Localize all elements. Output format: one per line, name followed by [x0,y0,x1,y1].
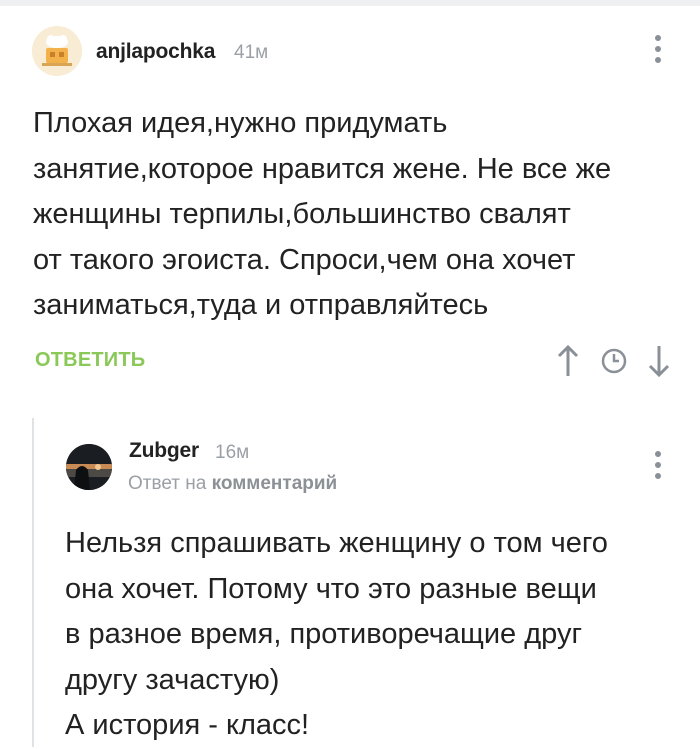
avatar[interactable] [66,444,112,490]
avatar-image [66,444,112,490]
comment-text-line: женщины терпилы,большинство свалят [33,198,571,230]
reply-text-line: в разное время, противоречащие друг [65,618,583,650]
avatar-image [32,26,82,76]
reply-to-label: Ответ на комментарий [128,473,337,495]
comment-text-line: Плохая идея,нужно придумать [33,107,448,139]
reply-text: Нельзя спрашивать женщину о том чего она… [65,521,608,749]
clock-icon[interactable] [600,347,628,375]
reply-button[interactable]: ОТВЕТИТЬ [35,349,145,372]
reply-text-line: А история - класс! [65,709,310,741]
more-vertical-icon[interactable] [651,35,665,69]
reply-text-line: она хочет. Потому что это разные вещи [65,572,597,605]
more-vertical-icon[interactable] [651,451,665,485]
reply-to-link[interactable]: комментарий [212,473,338,494]
reply-time: 16м [215,442,250,463]
comment-username[interactable]: anjlapochka [96,40,215,64]
reply-to-prefix: Ответ на [128,473,207,494]
comment-text: Плохая идея,нужно придумать занятие,кото… [33,101,611,329]
reply-text-line: Нельзя спрашивать женщину о том чего [65,527,608,559]
arrow-down-icon[interactable] [646,343,672,379]
comment-time: 41м [234,42,269,63]
reply-text-line: другу зачастую) [65,663,280,696]
avatar[interactable] [32,26,82,76]
comment-text-line: заниматься,туда и отправляйтесь [33,289,489,321]
arrow-up-icon[interactable] [555,343,581,379]
top-divider [0,0,700,6]
reply-username[interactable]: Zubger [129,439,199,463]
comment-text-line: занятие,которое нравится жене. Не все же [33,152,612,185]
comment-text-line: от такого эгоиста. Спроси,чем она хочет [33,243,576,276]
thread-line [32,418,34,747]
